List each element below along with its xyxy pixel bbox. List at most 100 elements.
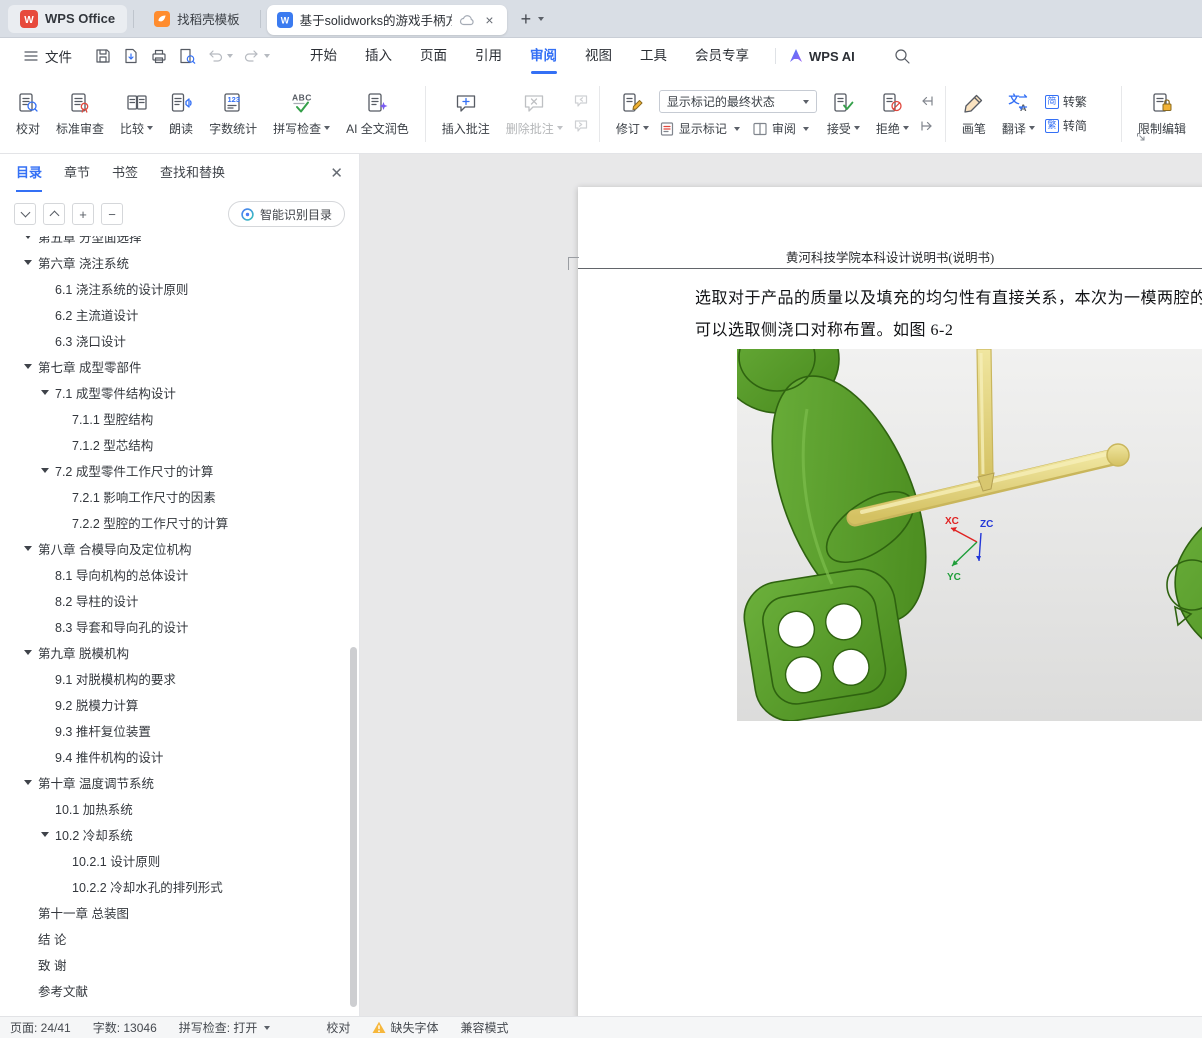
toc-item[interactable]: 6.3 浇口设计 — [0, 327, 349, 353]
status-proofread[interactable]: 校对 — [326, 1019, 350, 1036]
wps-ai-button[interactable]: WPS AI — [788, 48, 855, 64]
toc-item[interactable]: 8.3 导套和导向孔的设计 — [0, 613, 349, 639]
menu-tab-审阅[interactable]: 审阅 — [516, 38, 571, 74]
track-changes-button[interactable]: 修订 — [610, 81, 655, 147]
menu-tab-会员专享[interactable]: 会员专享 — [681, 38, 763, 74]
toc-item[interactable]: 7.1 成型零件结构设计 — [0, 379, 349, 405]
toc-item[interactable]: 7.2 成型零件工作尺寸的计算 — [0, 457, 349, 483]
translate-button[interactable]: 文A 翻译 — [996, 81, 1041, 147]
read-aloud-button[interactable]: 朗读 — [163, 81, 199, 147]
smart-toc-button[interactable]: 智能识别目录 — [227, 201, 345, 227]
document-tab-active[interactable]: W 基于solidworks的游戏手柄方 × — [266, 4, 507, 35]
zoom-in-outline-button[interactable]: + — [72, 203, 94, 225]
reject-change-button[interactable]: 拒绝 — [870, 81, 915, 147]
status-page-indicator[interactable]: 页面: 24/41 — [10, 1019, 71, 1036]
toc-item[interactable]: 结 论 — [0, 925, 349, 951]
collapse-triangle-icon[interactable] — [24, 260, 38, 265]
status-spell-check[interactable]: 拼写检查: 打开 — [179, 1019, 271, 1036]
toc-item[interactable]: 第九章 脱模机构 — [0, 639, 349, 665]
toc-item[interactable]: 7.1.1 型腔结构 — [0, 405, 349, 431]
toc-item[interactable]: 第十一章 总装图 — [0, 899, 349, 925]
toc-item[interactable]: 第八章 合模导向及定位机构 — [0, 535, 349, 561]
collapse-triangle-icon[interactable] — [24, 236, 38, 239]
to-simplified-button[interactable]: 繁 转简 — [1044, 117, 1087, 134]
sidebar-scrollbar-thumb[interactable] — [350, 647, 357, 1007]
menu-tab-插入[interactable]: 插入 — [351, 38, 406, 74]
print-preview-button[interactable] — [178, 47, 196, 65]
menu-tab-引用[interactable]: 引用 — [461, 38, 516, 74]
status-word-count[interactable]: 字数: 13046 — [93, 1019, 157, 1036]
toc-item[interactable]: 10.1 加热系统 — [0, 795, 349, 821]
pen-button[interactable]: 画笔 — [956, 81, 992, 147]
collapse-triangle-icon[interactable] — [41, 832, 55, 837]
save-button[interactable] — [94, 47, 112, 65]
compare-button[interactable]: 比较 — [114, 81, 159, 147]
menu-tab-页面[interactable]: 页面 — [406, 38, 461, 74]
toc-item[interactable]: 6.1 浇注系统的设计原则 — [0, 275, 349, 301]
standard-review-button[interactable]: 标准审查 — [50, 81, 110, 147]
toc-item[interactable]: 10.2.2 冷却水孔的排列形式 — [0, 873, 349, 899]
sidebar-tab-章节[interactable]: 章节 — [64, 154, 90, 192]
close-sidebar-icon[interactable]: ✕ — [330, 164, 343, 182]
collapse-triangle-icon[interactable] — [24, 780, 38, 785]
show-markup-button[interactable]: 显示标记 — [659, 120, 740, 137]
sidebar-tab-查找和替换[interactable]: 查找和替换 — [160, 154, 225, 192]
dialog-launcher-icon[interactable] — [1136, 129, 1146, 147]
word-count-button[interactable]: 123 字数统计 — [203, 81, 263, 147]
file-menu-button[interactable]: 文件 — [14, 46, 80, 66]
spell-check-button[interactable]: ABC 拼写检查 — [267, 81, 336, 147]
print-button[interactable] — [150, 47, 168, 65]
body-text-line[interactable]: 可以选取侧浇口对称布置。如图 6-2 — [695, 316, 953, 340]
menu-tab-视图[interactable]: 视图 — [571, 38, 626, 74]
toc-item[interactable]: 10.2 冷却系统 — [0, 821, 349, 847]
markup-state-select[interactable]: 显示标记的最终状态 — [658, 90, 817, 113]
collapse-triangle-icon[interactable] — [24, 546, 38, 551]
toc-item[interactable]: 第五章 分型面选择 — [0, 236, 349, 249]
toc-item[interactable]: 9.3 推杆复位装置 — [0, 717, 349, 743]
toc-item[interactable]: 7.2.2 型腔的工作尺寸的计算 — [0, 509, 349, 535]
wps-home-button[interactable]: W WPS Office — [8, 4, 128, 33]
collapse-triangle-icon[interactable] — [41, 390, 55, 395]
toc-item[interactable]: 9.1 对脱模机构的要求 — [0, 665, 349, 691]
proofread-button[interactable]: 校对 — [10, 81, 46, 147]
toc-item[interactable]: 8.2 导柱的设计 — [0, 587, 349, 613]
next-revision-icon[interactable] — [919, 118, 935, 134]
body-text-line[interactable]: 选取对于产品的质量以及填充的均匀性有直接关系，本次为一模两腔的结 — [695, 284, 1202, 308]
docer-template-tab[interactable]: 找稻壳模板 — [140, 0, 254, 38]
toc-item[interactable]: 第七章 成型零部件 — [0, 353, 349, 379]
document-page[interactable]: 黄河科技学院本科设计说明书(说明书) 选取对于产品的质量以及填充的均匀性有直接关… — [568, 187, 1202, 1016]
close-tab-icon[interactable]: × — [482, 11, 496, 29]
expand-all-button[interactable] — [14, 203, 36, 225]
export-pdf-button[interactable] — [122, 47, 140, 65]
accept-change-button[interactable]: 接受 — [821, 81, 866, 147]
toc-item[interactable]: 第十章 温度调节系统 — [0, 769, 349, 795]
collapse-triangle-icon[interactable] — [24, 650, 38, 655]
menu-tab-工具[interactable]: 工具 — [626, 38, 681, 74]
insert-comment-button[interactable]: 插入批注 — [436, 81, 496, 147]
toc-item[interactable]: 9.4 推件机构的设计 — [0, 743, 349, 769]
toc-item[interactable]: 第六章 浇注系统 — [0, 249, 349, 275]
toc-item[interactable]: 6.2 主流道设计 — [0, 301, 349, 327]
menu-tab-开始[interactable]: 开始 — [296, 38, 351, 74]
sidebar-tab-目录[interactable]: 目录 — [16, 154, 43, 192]
toc-item[interactable]: 7.1.2 型芯结构 — [0, 431, 349, 457]
figure-6-2[interactable]: XC ZC YC — [718, 304, 1202, 722]
toc-item[interactable]: 致 谢 — [0, 951, 349, 977]
collapse-triangle-icon[interactable] — [41, 468, 55, 473]
toc-item[interactable]: 7.2.1 影响工作尺寸的因素 — [0, 483, 349, 509]
toc-item[interactable]: 8.1 导向机构的总体设计 — [0, 561, 349, 587]
zoom-out-outline-button[interactable]: − — [101, 203, 123, 225]
tab-list-chevron-icon[interactable] — [538, 16, 545, 21]
review-pane-button[interactable]: 审阅 — [752, 120, 809, 137]
toc-item[interactable]: 9.2 脱模力计算 — [0, 691, 349, 717]
toc-item[interactable]: 参考文献 — [0, 977, 349, 1003]
previous-revision-icon[interactable] — [919, 93, 935, 109]
collapse-triangle-icon[interactable] — [24, 364, 38, 369]
ai-polish-button[interactable]: AI 全文润色 — [340, 81, 415, 147]
status-compat-mode[interactable]: 兼容模式 — [460, 1019, 508, 1036]
collapse-all-button[interactable] — [43, 203, 65, 225]
sidebar-tab-书签[interactable]: 书签 — [112, 154, 138, 192]
status-missing-font[interactable]: 缺失字体 — [372, 1019, 438, 1036]
to-traditional-button[interactable]: 简 转繁 — [1044, 93, 1087, 110]
toc-item[interactable]: 10.2.1 设计原则 — [0, 847, 349, 873]
